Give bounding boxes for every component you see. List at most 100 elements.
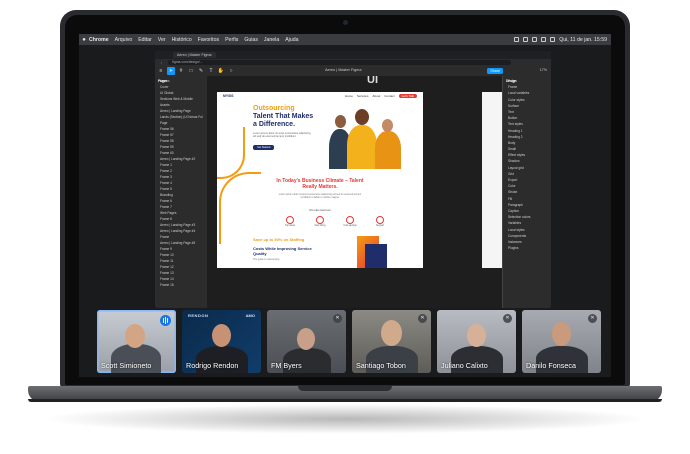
- zoom-level[interactable]: 17%: [540, 68, 547, 72]
- shape-tool-icon[interactable]: □: [187, 67, 195, 75]
- frame-tool-icon[interactable]: #: [177, 67, 185, 75]
- status-icon[interactable]: [523, 37, 529, 42]
- laptop-base: [28, 386, 662, 402]
- text-tool-icon[interactable]: T: [207, 67, 215, 75]
- hand-tool-icon[interactable]: ✋: [217, 67, 225, 75]
- cta-title-line2: Costs While Improving Service Quality: [253, 246, 312, 256]
- share-button[interactable]: Share: [487, 68, 503, 74]
- participant-tile[interactable]: Scott Simioneto: [97, 310, 176, 373]
- section-title-line2: Really Matters.: [302, 184, 338, 190]
- menu-item-view[interactable]: Ver: [158, 37, 166, 43]
- nav-link[interactable]: Contact: [384, 94, 394, 98]
- hero-button[interactable]: Get Started: [253, 145, 275, 150]
- participant-name: FM Byers: [271, 361, 302, 370]
- laptop-bezel: ● Chrome Arquivo Editar Ver Histórico Fa…: [65, 15, 625, 385]
- nav-link[interactable]: About: [372, 94, 380, 98]
- menubar-status-area: Qui, 11 de jan. 15:59: [514, 37, 607, 43]
- section-subheading: You can count on:: [308, 208, 332, 212]
- feature-item: Fast hiring: [305, 216, 335, 227]
- laptop-lid: ● Chrome Arquivo Editar Ver Histórico Fa…: [60, 10, 630, 388]
- menu-app-name[interactable]: Chrome: [89, 37, 109, 43]
- background-brand-text: RENDON: [188, 313, 209, 318]
- pen-tool-icon[interactable]: ✎: [197, 67, 205, 75]
- feature-icon: [286, 216, 294, 224]
- hero-title-line1: Outsourcing: [253, 105, 295, 112]
- nav-link[interactable]: Home: [345, 94, 353, 98]
- figma-canvas[interactable]: UI MYSIS Home Services About Contact Let…: [207, 76, 503, 308]
- mic-off-icon: ✕: [588, 314, 597, 323]
- participant-name: Rodrigo Rendon: [186, 361, 239, 370]
- back-icon[interactable]: ‹: [161, 61, 162, 65]
- participant-name: Santiago Tobon: [356, 361, 406, 370]
- feature-item: Support: [365, 216, 395, 227]
- hero-title-line3: a Difference.: [253, 121, 296, 128]
- participant-tile[interactable]: ✕ Danilo Fonseca: [522, 310, 601, 373]
- browser-tab[interactable]: Aereo | Master Figma: [173, 52, 216, 58]
- participant-name: Danilo Fonseca: [526, 361, 576, 370]
- mic-off-icon: ✕: [418, 314, 427, 323]
- battery-icon[interactable]: [541, 37, 547, 42]
- hero-subtitle: Lorem ipsum dolor sit amet consectetur a…: [253, 132, 311, 139]
- apple-logo-icon[interactable]: ●: [79, 37, 89, 43]
- hero-section: Outsourcing Talent That Makes a Differen…: [217, 99, 423, 179]
- menu-item-profiles[interactable]: Perfis: [225, 37, 238, 43]
- feature-icon: [346, 216, 354, 224]
- participant-tile[interactable]: RENDON AMO Rodrigo Rendon: [182, 310, 261, 373]
- speaking-indicator-icon: [160, 315, 171, 326]
- meet-participant-strip: Scott Simioneto RENDON AMO Rodrigo Rendo…: [97, 310, 605, 373]
- participant-name: Juliano Calixto: [441, 361, 488, 370]
- feature-icon: [376, 216, 384, 224]
- properties-header: Design: [506, 79, 517, 83]
- laptop-shadow: [40, 404, 650, 434]
- cta-subtitle: The guide to outsourcing: [253, 258, 280, 261]
- laptop-screen: ● Chrome Arquivo Editar Ver Histórico Fa…: [79, 34, 611, 377]
- webpage-nav: MYSIS Home Services About Contact Let's …: [217, 92, 423, 99]
- menu-item-history[interactable]: Histórico: [172, 37, 192, 43]
- laptop-lid-notch: [298, 386, 392, 391]
- nav-cta-button[interactable]: Let's Talk: [398, 93, 417, 98]
- nav-link[interactable]: Services: [357, 94, 369, 98]
- menu-item-file[interactable]: Arquivo: [115, 37, 133, 43]
- background-brand-text: AMO: [245, 313, 255, 318]
- webpage-logo: MYSIS: [223, 93, 234, 98]
- mic-off-icon: ✕: [333, 314, 342, 323]
- feature-item: Top talent: [275, 216, 305, 227]
- search-icon[interactable]: [550, 37, 556, 42]
- adjacent-frame[interactable]: [482, 92, 502, 268]
- feature-item: Cost savings: [335, 216, 365, 227]
- menu-item-help[interactable]: Ajuda: [285, 37, 298, 43]
- figma-properties-panel: Design Page Frame Local variables Color sty…: [502, 76, 551, 308]
- wifi-icon[interactable]: [532, 37, 538, 42]
- url-field[interactable]: figma.com/design/...: [168, 60, 511, 65]
- menu-item-edit[interactable]: Editar: [138, 37, 152, 43]
- participant-tile[interactable]: ✕ Juliano Calixto: [437, 310, 516, 373]
- browser-address-bar: ‹ figma.com/design/...: [155, 59, 551, 66]
- status-icon[interactable]: [514, 37, 520, 42]
- comment-tool-icon[interactable]: ○: [227, 67, 235, 75]
- mac-menubar: ● Chrome Arquivo Editar Ver Histórico Fa…: [79, 34, 611, 45]
- participant-tile[interactable]: ✕ Santiago Tobon: [352, 310, 431, 373]
- figma-file-name[interactable]: Aereo | Master Figma: [325, 68, 361, 72]
- camera-icon: [343, 20, 348, 25]
- move-tool-icon[interactable]: ➤: [167, 67, 175, 75]
- cta-title-line1: Save up to 50% on Staffing: [253, 237, 305, 242]
- menu-item-window[interactable]: Janela: [264, 37, 279, 43]
- layer-item[interactable]: Frame 15: [155, 282, 207, 288]
- section-body: Lorem ipsum dolor sit amet consectetur a…: [278, 193, 362, 199]
- hero-people-image: [325, 109, 405, 169]
- decorative-arc: [217, 127, 245, 179]
- menubar-clock[interactable]: Qui, 11 de jan. 15:59: [559, 37, 607, 43]
- landing-page-frame[interactable]: MYSIS Home Services About Contact Let's …: [217, 92, 423, 268]
- menu-item-tabs[interactable]: Guias: [244, 37, 258, 43]
- figma-layers-panel: Pages Layers Cover UI Global Sections Web &…: [155, 76, 208, 308]
- property-item[interactable]: Plugins: [503, 245, 551, 251]
- shared-screen-window: Aereo | Master Figma ‹ figma.com/design/…: [155, 51, 551, 308]
- menu-icon[interactable]: ≡: [157, 67, 165, 75]
- feature-icon: [316, 216, 324, 224]
- laptop-base-foot: [28, 399, 662, 402]
- menu-item-bookmarks[interactable]: Favoritos: [198, 37, 219, 43]
- participant-tile[interactable]: ✕ FM Byers: [267, 310, 346, 373]
- hero-title-line2: Talent That Makes: [253, 113, 314, 120]
- participant-name: Scott Simioneto: [101, 361, 152, 370]
- canvas-heading: UI: [367, 76, 378, 86]
